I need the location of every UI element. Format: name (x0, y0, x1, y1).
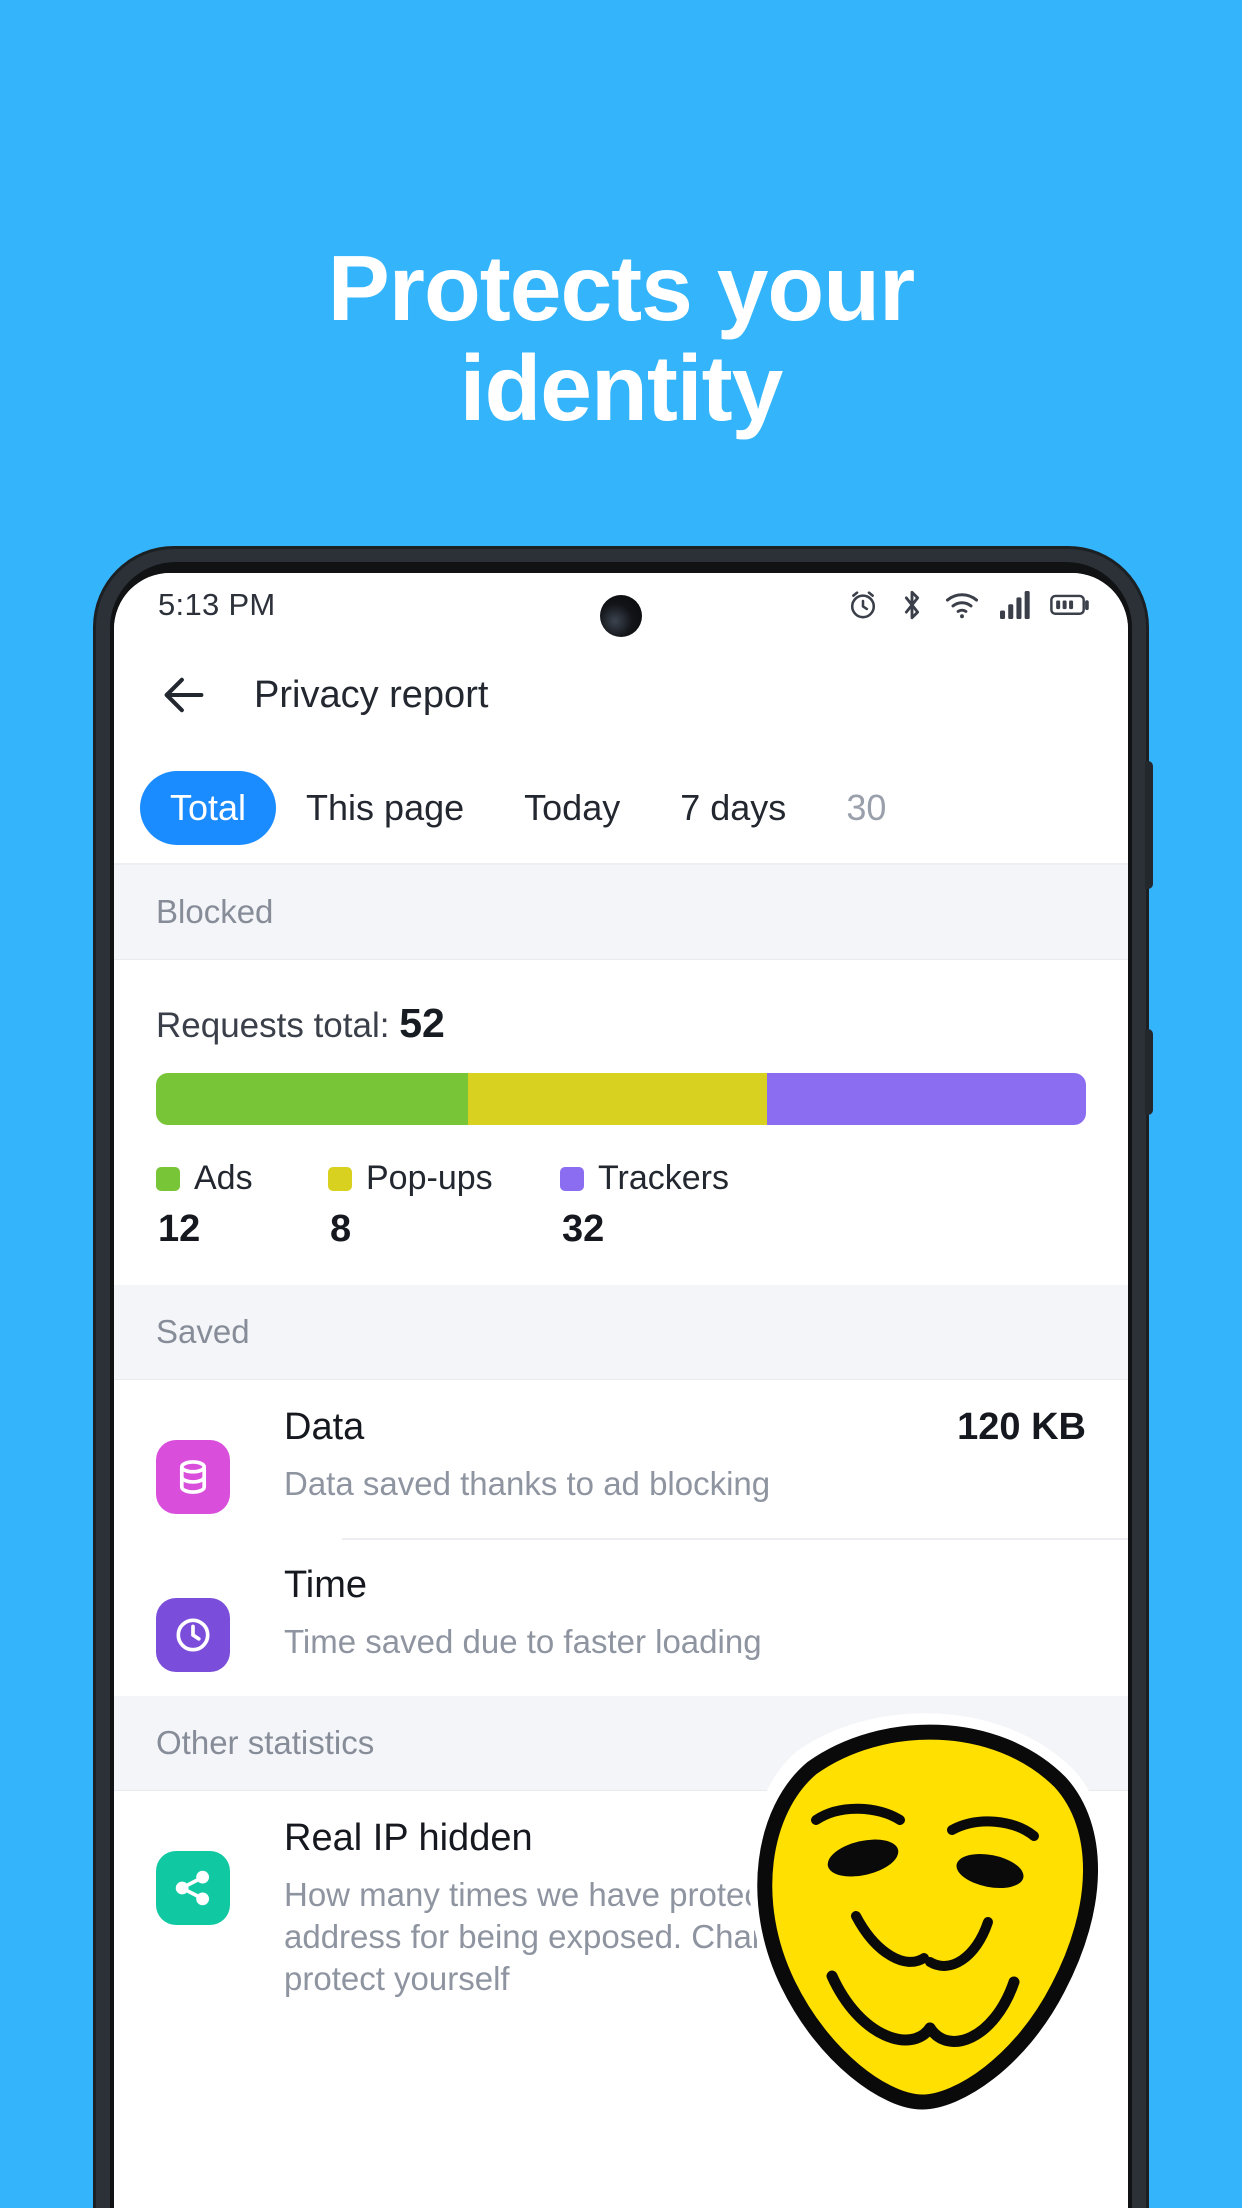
legend-label-popups: Pop-ups (366, 1159, 493, 1197)
legend-swatch-ads (156, 1166, 180, 1191)
list-item-subtitle: Data saved thanks to ad blocking (284, 1465, 771, 1502)
tab-today[interactable]: Today (494, 771, 650, 845)
legend-label-ads: Ads (194, 1159, 253, 1197)
section-header-saved: Saved (114, 1285, 1128, 1380)
list-item-title: Data (284, 1406, 365, 1448)
tab-30-days[interactable]: 30 (816, 771, 916, 845)
phone-power-button[interactable] (1145, 761, 1153, 889)
list-item-title: Time (284, 1564, 368, 1606)
back-arrow-icon[interactable] (158, 669, 210, 721)
wifi-icon (944, 590, 980, 620)
legend-swatch-popups (328, 1166, 352, 1191)
list-item-body: Data 120 KB Data saved thanks to ad bloc… (284, 1406, 1086, 1505)
bar-segment-trackers (767, 1073, 1086, 1125)
share-nodes-icon (156, 1851, 230, 1925)
tab-total[interactable]: Total (140, 771, 277, 845)
status-bar-icons (846, 588, 1090, 622)
blocked-stacked-bar (156, 1073, 1086, 1125)
status-bar-clock: 5:13 PM (158, 587, 276, 622)
bluetooth-icon (899, 588, 925, 622)
headline-line-1: Protects your (327, 236, 916, 340)
alarm-icon (846, 588, 880, 622)
bar-segment-popups (467, 1073, 767, 1125)
phone-volume-button[interactable] (1145, 1029, 1153, 1115)
tab-this-page[interactable]: This page (276, 771, 494, 845)
legend-label-trackers: Trackers (598, 1159, 729, 1197)
legend-value-ads: 12 (158, 1208, 201, 1250)
database-icon (156, 1440, 230, 1514)
requests-total: Requests total: 52 (156, 1000, 1086, 1047)
blocked-summary-card: Requests total: 52 Ads 12 Pop-ups 8 Trac… (114, 960, 1128, 1285)
signal-icon (999, 590, 1031, 620)
list-item-title: Real IP hidden (284, 1817, 533, 1859)
app-bar: Privacy report (114, 637, 1128, 753)
list-item-value: 120 KB (957, 1406, 1086, 1448)
blocked-legend: Ads 12 Pop-ups 8 Trackers 32 (156, 1159, 1086, 1251)
legend-value-trackers: 32 (562, 1208, 605, 1250)
battery-icon (1050, 592, 1090, 618)
legend-item-ads: Ads 12 (156, 1159, 328, 1251)
legend-item-popups: Pop-ups 8 (328, 1159, 560, 1251)
tab-7-days[interactable]: 7 days (650, 771, 816, 845)
requests-total-value: 52 (399, 1000, 445, 1046)
requests-total-label: Requests total: (156, 1006, 390, 1045)
clock-icon (156, 1598, 230, 1672)
promo-headline: Protects your identity (0, 238, 1242, 439)
list-item[interactable]: Data 120 KB Data saved thanks to ad bloc… (114, 1380, 1128, 1538)
section-header-blocked: Blocked (114, 865, 1128, 960)
headline-line-2: identity (459, 336, 784, 441)
page-title: Privacy report (254, 673, 489, 716)
anonymous-mask-sticker (700, 1640, 1150, 2130)
bar-segment-ads (156, 1073, 468, 1125)
legend-item-trackers: Trackers 32 (560, 1159, 729, 1251)
front-camera-punch-hole (600, 595, 642, 637)
legend-value-popups: 8 (330, 1208, 352, 1250)
promo-background: Protects your identity 5:13 PM Privacy r… (0, 0, 1242, 2208)
period-tabs: Total This page Today 7 days 30 (114, 753, 1128, 865)
legend-swatch-trackers (560, 1166, 584, 1191)
